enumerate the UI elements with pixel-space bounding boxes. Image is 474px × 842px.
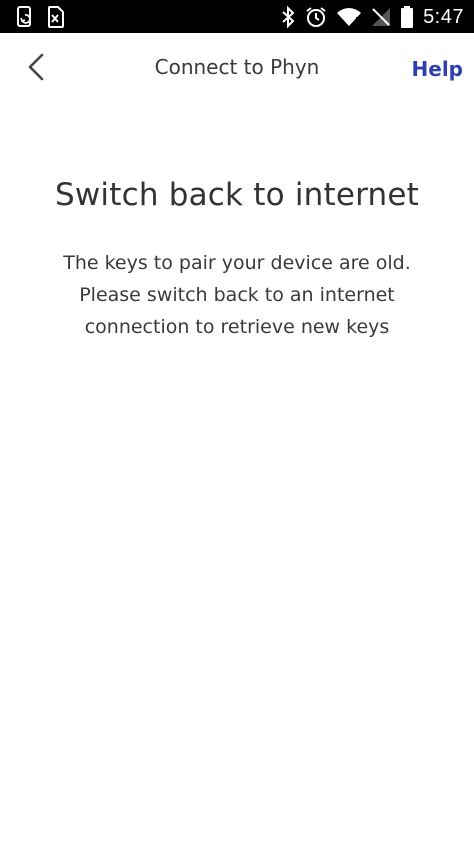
phone-sync-icon [16, 6, 34, 28]
status-time: 5:47 [423, 5, 464, 28]
heading: Switch back to internet [54, 177, 419, 213]
status-bar-right: 5:47 [281, 3, 464, 31]
app-bar: Connect to Phyn Help [0, 33, 474, 107]
message-text: The keys to pair your device are old. Pl… [63, 252, 411, 338]
wifi-icon [337, 7, 362, 27]
sim-card-x-icon [46, 6, 64, 28]
page-title: Connect to Phyn [154, 55, 320, 79]
status-bar: 5:47 [0, 0, 474, 33]
no-signal-icon [371, 7, 391, 27]
status-bar-left [16, 6, 64, 28]
battery-icon [401, 6, 414, 28]
bluetooth-icon [281, 6, 295, 28]
help-button[interactable]: Help [412, 57, 463, 81]
main-content: Switch back to internet The keys to pair… [0, 107, 474, 343]
alarm-icon [305, 6, 327, 28]
